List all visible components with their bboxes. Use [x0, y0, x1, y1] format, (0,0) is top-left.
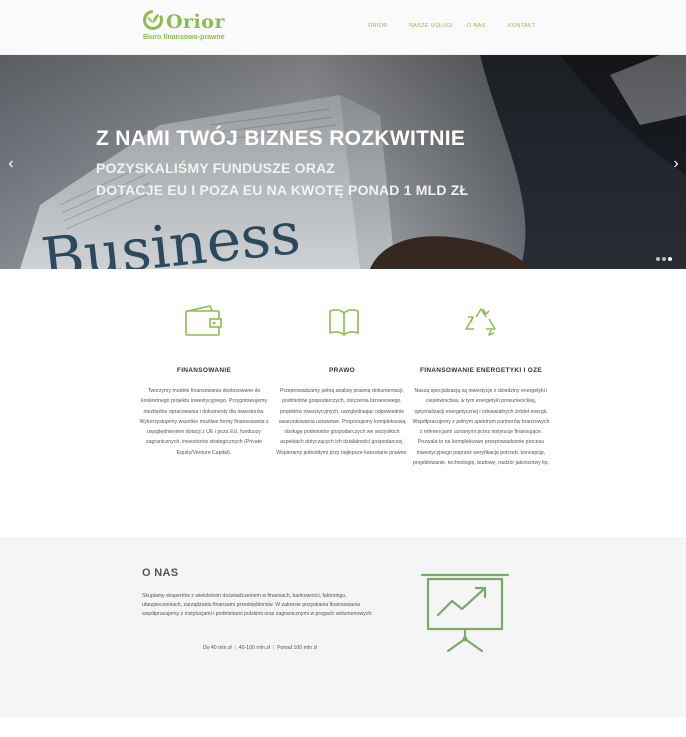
book-icon: [329, 309, 359, 336]
range-separator: |: [272, 645, 275, 651]
range-item: Ponad 100 mln zł: [277, 645, 318, 651]
slider-pagination: [656, 257, 676, 263]
presentation-chart-icon: [420, 573, 510, 653]
chevron-right-icon[interactable]: ›: [669, 155, 683, 173]
hero-title: Z NAMI TWÓJ BIZNES ROZKWITNIE: [96, 127, 466, 150]
recycle-icon: [465, 308, 496, 336]
chevron-left-icon[interactable]: ‹: [4, 155, 18, 173]
range-separator: |: [234, 645, 236, 651]
range-item: 40-100 mln zł: [238, 645, 270, 651]
main-nav: ORIOR NASZE USŁUGI O NAS KONTAKT: [0, 23, 686, 33]
nav-item-services[interactable]: NASZE USŁUGI: [409, 23, 453, 29]
nav-item-about[interactable]: O NAS: [467, 23, 486, 29]
about-title: O NAS: [142, 567, 179, 579]
about-description: Skupiamy ekspertów z wieloletnim doświad…: [142, 593, 373, 617]
service-title: PRAWO: [328, 367, 356, 374]
hero-subtitle-line-2: DOTACJE EU I POZA EU NA KWOTĘ PONAD 1 ML…: [96, 182, 469, 198]
nav-item-contact[interactable]: KONTAKT: [508, 23, 536, 29]
site-header: Orior Biuro finansowo-prawne ORIOR NASZE…: [0, 0, 686, 55]
services-section: FINANSOWANIE Tworzymy modele finansowani…: [0, 269, 686, 537]
slider-dot-1[interactable]: [656, 257, 660, 261]
range-item: Do 40 mln zł: [202, 645, 232, 651]
service-title: FINANSOWANIE: [176, 367, 232, 374]
nav-item-orior[interactable]: ORIOR: [368, 23, 388, 29]
footer-strip: [0, 717, 686, 737]
service-title: FINANSOWANIE ENERGETYKI I OZE: [419, 367, 543, 374]
service-description: Tworzymy modele finansowania dostosowane…: [139, 388, 269, 456]
about-section: O NAS Skupiamy ekspertów z wieloletnim d…: [0, 537, 686, 717]
slider-dot-3[interactable]: [668, 257, 672, 261]
hero-slider: Business Z NAMI TWÓJ BIZNES ROZKWITNIE P…: [0, 55, 686, 269]
brand-subtitle: Biuro finansowo-prawne: [143, 34, 225, 41]
service-description: Przeprowadzamy pełną analizę prawną doku…: [276, 388, 408, 456]
volume-ranges: Do 40 mln zł | 40-100 mln zł | Ponad 100…: [142, 645, 378, 651]
hero-subtitle-line-1: POZYSKALIŚMY FUNDUSZE ORAZ: [96, 160, 336, 176]
service-description: Naszą specjalizacją są inwestycje z dzie…: [412, 388, 550, 467]
wallet-icon: [185, 305, 222, 336]
slider-dot-2[interactable]: [662, 257, 666, 261]
